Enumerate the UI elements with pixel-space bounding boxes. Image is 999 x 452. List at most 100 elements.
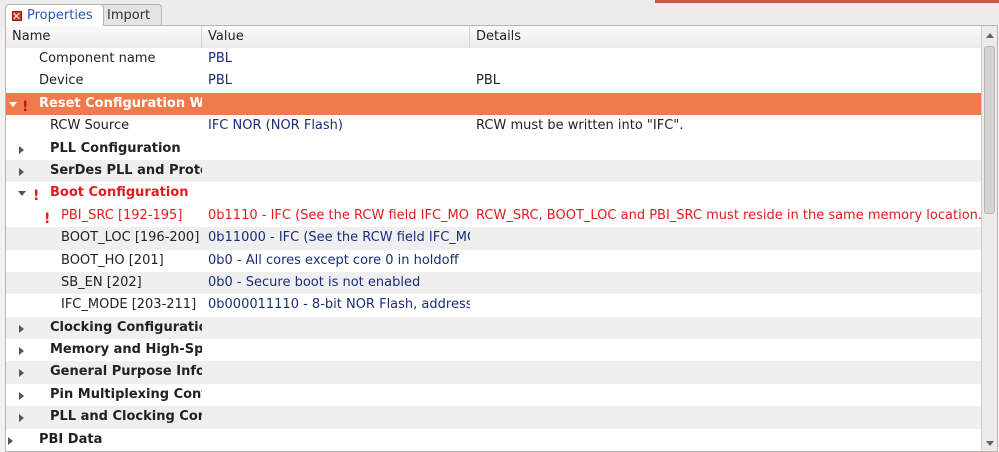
table-row[interactable]: BOOT_HO [201] 0b0 - All cores except cor… — [6, 249, 981, 272]
properties-table: Name Value Details Component name PBL De… — [5, 25, 998, 452]
row-details — [470, 429, 981, 451]
expand-toggle-icon[interactable] — [19, 414, 24, 423]
row-name: Pin Multiplexing Conf — [50, 386, 202, 402]
row-name: PBI Data — [39, 431, 103, 447]
tab-import-label: Import — [107, 7, 151, 23]
properties-icon — [12, 10, 22, 21]
accent-strip — [655, 0, 999, 3]
row-details — [470, 160, 981, 182]
row-details: RCW_SRC, BOOT_LOC and PBI_SRC must resid… — [476, 207, 981, 223]
error-icon: ! — [33, 188, 40, 205]
row-name: Reset Configuration Wo — [39, 95, 202, 111]
tab-properties-label: Properties — [27, 8, 93, 23]
row-details — [470, 361, 981, 383]
row-value[interactable]: 0b0 - Secure boot is not enabled — [202, 272, 470, 294]
row-name: SerDes PLL and Proto — [50, 162, 202, 178]
row-value — [202, 138, 470, 160]
row-details — [470, 227, 981, 249]
row-value[interactable]: PBL — [202, 48, 470, 70]
table-row[interactable]: PLL Configuration — [6, 137, 981, 160]
row-value[interactable]: IFC NOR (NOR Flash) — [202, 115, 470, 137]
row-name: General Purpose Infor — [50, 364, 202, 380]
row-name: PLL Configuration — [50, 140, 181, 156]
row-details — [470, 339, 981, 361]
row-name: Memory and High-Spe — [50, 342, 202, 358]
row-name: IFC_MODE [203-211] — [61, 297, 197, 313]
table-row[interactable]: Component name PBL — [6, 48, 981, 71]
row-value — [202, 182, 470, 204]
scroll-up-icon[interactable] — [986, 33, 994, 38]
tab-import[interactable]: Import — [100, 4, 162, 25]
row-value — [202, 93, 470, 115]
table-header: Name Value Details — [6, 26, 981, 49]
row-details — [470, 182, 981, 204]
row-details: PBL — [476, 73, 501, 89]
row-value — [202, 339, 470, 361]
row-name: PBI_SRC [192-195] — [61, 207, 183, 223]
table-row[interactable]: RCW Source IFC NOR (NOR Flash) RCW must … — [6, 115, 981, 138]
table-row-selected[interactable]: ! Reset Configuration Wo — [6, 92, 981, 116]
scroll-thumb[interactable] — [984, 46, 995, 214]
table-row[interactable]: Device PBL PBL — [6, 70, 981, 93]
row-name: BOOT_HO [201] — [61, 252, 164, 268]
table-row[interactable]: Pin Multiplexing Conf — [6, 383, 981, 407]
error-icon: ! — [44, 210, 51, 227]
column-header-name[interactable]: Name — [6, 26, 202, 48]
row-name: Clocking Configuratio — [50, 319, 202, 335]
expand-toggle-icon[interactable] — [8, 436, 13, 445]
table-row[interactable]: ! PBI_SRC [192-195] 0b1110 - IFC (See th… — [6, 204, 981, 228]
table-row[interactable]: BOOT_LOC [196-200] 0b11000 - IFC (See th… — [6, 227, 981, 250]
row-details — [470, 250, 981, 272]
row-value — [202, 317, 470, 339]
table-row[interactable]: PBI Data — [6, 428, 981, 451]
table-row[interactable]: PLL and Clocking Con — [6, 406, 981, 429]
expand-toggle-icon[interactable] — [19, 347, 24, 356]
row-name: PLL and Clocking Con — [50, 409, 202, 425]
table-row[interactable]: Clocking Configuratio — [6, 316, 981, 340]
error-icon: ! — [22, 98, 29, 115]
row-value[interactable]: 0b11000 - IFC (See the RCW field IFC_MO — [202, 227, 470, 249]
table-row[interactable]: SerDes PLL and Proto — [6, 159, 981, 183]
scroll-down-icon[interactable] — [986, 441, 994, 446]
expand-toggle-icon[interactable] — [19, 369, 24, 378]
table-row[interactable]: SB_EN [202] 0b0 - Secure boot is not ena… — [6, 271, 981, 295]
expand-toggle-icon[interactable] — [19, 391, 24, 400]
expand-toggle-icon[interactable] — [19, 324, 24, 333]
row-details — [470, 294, 981, 316]
row-details — [470, 48, 981, 70]
row-name: Device — [39, 73, 84, 89]
column-header-value[interactable]: Value — [202, 26, 470, 48]
row-details — [470, 138, 981, 160]
row-name: RCW Source — [50, 118, 130, 134]
row-value[interactable]: PBL — [202, 70, 470, 92]
expand-toggle-icon[interactable] — [19, 145, 24, 154]
row-value[interactable]: 0b000011110 - 8-bit NOR Flash, address — [202, 294, 470, 316]
row-details — [470, 317, 981, 339]
row-details — [470, 384, 981, 406]
row-details — [470, 93, 981, 115]
row-value[interactable]: 0b0 - All cores except core 0 in holdoff — [202, 250, 470, 272]
column-header-details[interactable]: Details — [470, 26, 981, 48]
row-value — [202, 384, 470, 406]
vertical-scrollbar[interactable] — [981, 26, 997, 451]
table-row[interactable]: ! Boot Configuration — [6, 182, 981, 205]
row-value — [202, 406, 470, 428]
expand-toggle-icon[interactable] — [9, 101, 17, 107]
row-value[interactable]: 0b1110 - IFC (See the RCW field IFC_MOD — [202, 205, 470, 227]
table-row[interactable]: Memory and High-Spe — [6, 339, 981, 362]
row-name: Boot Configuration — [50, 185, 189, 201]
table-row[interactable]: General Purpose Infor — [6, 361, 981, 384]
row-details: RCW must be written into "IFC". — [476, 118, 684, 134]
row-name: Component name — [39, 51, 156, 66]
row-details — [470, 406, 981, 428]
table-body: Component name PBL Device PBL PBL ! Rese… — [6, 48, 981, 451]
view-tab-bar: Properties Import — [0, 0, 999, 26]
expand-toggle-icon[interactable] — [19, 167, 24, 176]
row-name: BOOT_LOC [196-200] — [61, 230, 200, 246]
row-details — [470, 272, 981, 294]
row-value — [202, 361, 470, 383]
tab-properties[interactable]: Properties — [5, 4, 104, 26]
expand-toggle-icon[interactable] — [18, 191, 26, 197]
row-value — [202, 160, 470, 182]
table-row[interactable]: IFC_MODE [203-211] 0b000011110 - 8-bit N… — [6, 294, 981, 317]
